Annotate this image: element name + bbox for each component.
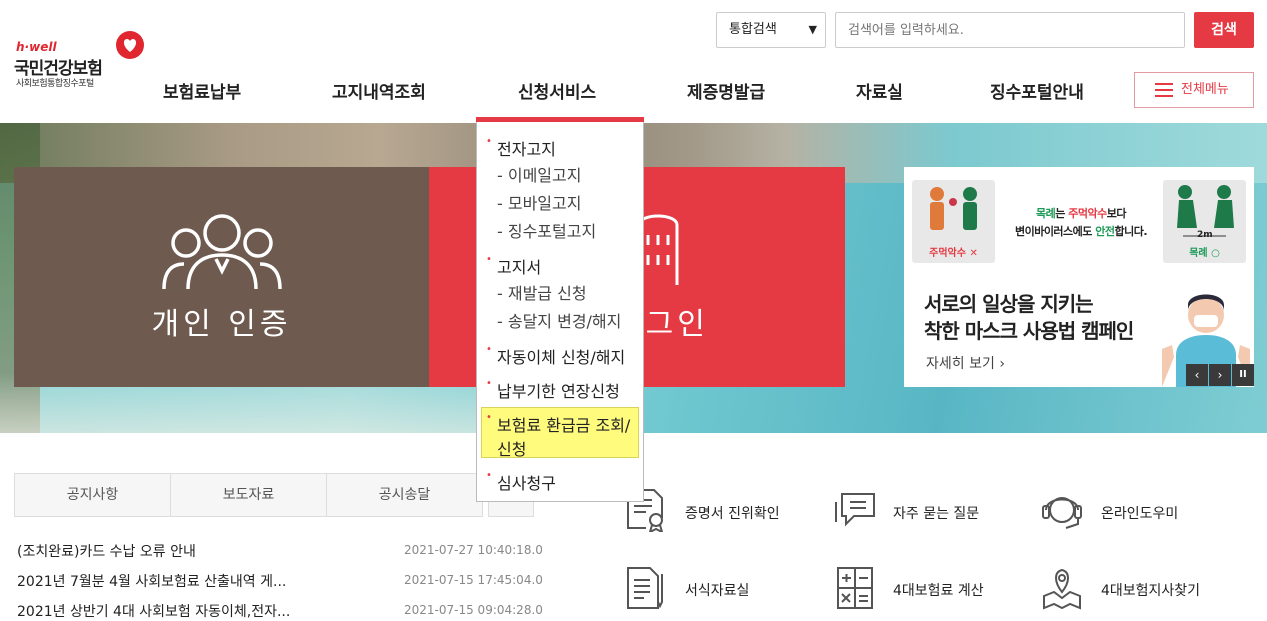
personal-auth-card[interactable]: 개인 인증 [14, 167, 429, 387]
nav-item-certificates[interactable]: 제증명발급 [687, 78, 765, 103]
bullet-icon: • [486, 470, 492, 481]
nav-item-application[interactable]: 신청서비스 [518, 78, 596, 103]
dd-item-refund-line2[interactable]: 신청 [497, 436, 526, 460]
campaign-banner[interactable]: 주먹악수 ✕ 목례는 주먹악수보다 변이바이러스에도 안전합니다. 2m 목례 … [904, 167, 1254, 387]
campaign-slogan: 목례는 주먹악수보다 변이바이러스에도 안전합니다. [1000, 205, 1162, 241]
heart-logo-icon [116, 31, 144, 59]
notice-title[interactable]: 2021년 7월분 4월 사회보험료 산출내역 게... [17, 571, 286, 591]
quick-link-premium-calculator[interactable]: 4대보험료 계산 [893, 580, 984, 600]
bow-caption: 목례 ○ [1189, 248, 1220, 259]
fist-bump-icon [930, 187, 977, 230]
search-scope-value: 통합검색 [729, 22, 777, 37]
slogan-part-safe: 안전 [1095, 225, 1115, 238]
slogan-part-bow: 목례 [1036, 207, 1056, 220]
dd-sub-portal-notice[interactable]: - 징수포털고지 [497, 218, 596, 242]
dd-item-refund-label: 보험료 환급금 조회/ [497, 416, 631, 435]
map-pin-icon[interactable] [1040, 566, 1084, 610]
see-more-link[interactable]: 자세히 보기 › [926, 353, 1005, 373]
notice-date: 2021-07-27 10:40:18.0 [404, 543, 543, 557]
dd-item-bill[interactable]: • 고지서 [486, 254, 542, 278]
nav-item-notice-inquiry[interactable]: 고지내역조회 [332, 78, 426, 103]
document-form-icon[interactable] [624, 566, 668, 610]
campaign-title-line1: 서로의 일상을 지키는 [924, 292, 1094, 316]
dd-item-e-notice[interactable]: • 전자고지 [486, 136, 556, 160]
bow-illustration: 2m 목례 ○ [1163, 180, 1246, 263]
quick-link-online-helper[interactable]: 온라인도우미 [1101, 503, 1178, 523]
bullet-icon: • [486, 412, 492, 423]
dd-item-autopay[interactable]: • 자동이체 신청/해지 [486, 344, 626, 368]
notice-title[interactable]: 2021년 상반기 4대 사회보험 자동이체,전자... [17, 601, 290, 621]
banner-prev-button[interactable]: ‹ [1186, 364, 1208, 386]
site-logo[interactable]: h·well 국민건강보험 사회보험통합징수포털 [14, 30, 154, 94]
logo-subtitle: 사회보험통합징수포털 [16, 79, 94, 89]
campaign-title-line2: 착한 마스크 사용법 캠페인 [924, 319, 1134, 343]
nav-item-portal-guide[interactable]: 징수포털안내 [990, 78, 1084, 103]
dd-item-deadline-extension-label: 납부기한 연장신청 [497, 382, 620, 401]
notice-date: 2021-07-15 17:45:04.0 [404, 573, 543, 587]
headset-icon[interactable] [1040, 488, 1084, 532]
dd-item-review-request[interactable]: • 심사청구 [486, 470, 556, 494]
banner-pause-button[interactable]: II [1232, 364, 1254, 386]
notice-tabs: 공지사항 보도자료 공시송달 [14, 473, 534, 517]
personal-auth-label: 개인 인증 [151, 307, 292, 342]
nav-item-library[interactable]: 자료실 [856, 78, 903, 103]
dd-sub-email-notice[interactable]: - 이메일고지 [497, 162, 581, 186]
chevron-down-icon: ▼ [808, 23, 817, 36]
dd-item-e-notice-label: 전자고지 [497, 140, 556, 159]
dd-sub-address-change[interactable]: - 송달지 변경/해지 [497, 308, 621, 332]
slogan-part-fist: 주먹악수 [1068, 207, 1107, 220]
campaign-title: 서로의 일상을 지키는 착한 마스크 사용법 캠페인 [924, 291, 1134, 345]
bullet-icon: • [486, 378, 492, 389]
quick-link-faq[interactable]: 자주 묻는 질문 [893, 503, 979, 523]
application-service-dropdown: • 전자고지 - 이메일고지 - 모바일고지 - 징수포털고지 • 고지서 - 재발… [476, 122, 644, 502]
calculator-icon[interactable] [834, 566, 878, 610]
slogan-part-variant: 변이바이러스에도 [1014, 225, 1096, 238]
hamburger-icon [1155, 83, 1173, 97]
dd-item-bill-label: 고지서 [497, 258, 542, 277]
bullet-icon: • [486, 136, 492, 147]
quick-link-form-library[interactable]: 서식자료실 [685, 580, 749, 600]
dd-item-refund[interactable]: • 보험료 환급금 조회/ [486, 412, 631, 436]
bullet-icon: • [486, 344, 492, 355]
see-more-label: 자세히 보기 [926, 356, 995, 372]
distance-label: 2m [1197, 230, 1213, 240]
all-menu-label: 전체메뉴 [1181, 82, 1229, 97]
search-scope-select[interactable]: 통합검색 ▼ [716, 12, 826, 48]
bullet-icon: • [486, 254, 492, 265]
dd-item-review-request-label: 심사청구 [497, 474, 556, 493]
fist-bump-illustration: 주먹악수 ✕ [912, 180, 995, 263]
slogan-part-is: 는 [1055, 207, 1069, 220]
quick-link-certificate-verify[interactable]: 증명서 진위확인 [685, 503, 780, 523]
logo-hwell: h·well [16, 40, 57, 54]
dd-item-deadline-extension[interactable]: • 납부기한 연장신청 [486, 378, 620, 402]
dd-item-autopay-label: 자동이체 신청/해지 [497, 348, 626, 367]
nav-item-payment[interactable]: 보험료납부 [163, 78, 241, 103]
tab-public-service[interactable]: 공시송달 [326, 473, 483, 517]
tab-notices[interactable]: 공지사항 [14, 473, 171, 517]
dd-sub-reissue[interactable]: - 재발급 신청 [497, 280, 587, 304]
chevron-right-icon: › [999, 356, 1005, 372]
notice-date: 2021-07-15 09:04:28.0 [404, 603, 543, 617]
people-icon [162, 214, 282, 290]
banner-next-button[interactable]: › [1209, 364, 1231, 386]
fist-bump-caption: 주먹악수 ✕ [929, 248, 978, 259]
notice-title[interactable]: (조치완료)카드 수납 오류 안내 [17, 541, 196, 561]
search-button[interactable]: 검색 [1194, 12, 1254, 48]
dd-sub-mobile-notice[interactable]: - 모바일고지 [497, 190, 581, 214]
all-menu-button[interactable]: 전체메뉴 [1134, 72, 1254, 108]
quick-link-branch-finder[interactable]: 4대보험지사찾기 [1101, 580, 1200, 600]
slogan-part-than: 보다 [1106, 207, 1127, 220]
faq-icon[interactable] [834, 488, 878, 532]
tab-press[interactable]: 보도자료 [170, 473, 327, 517]
search-input[interactable] [835, 12, 1185, 48]
slogan-part-end: 합니다. [1114, 225, 1148, 238]
